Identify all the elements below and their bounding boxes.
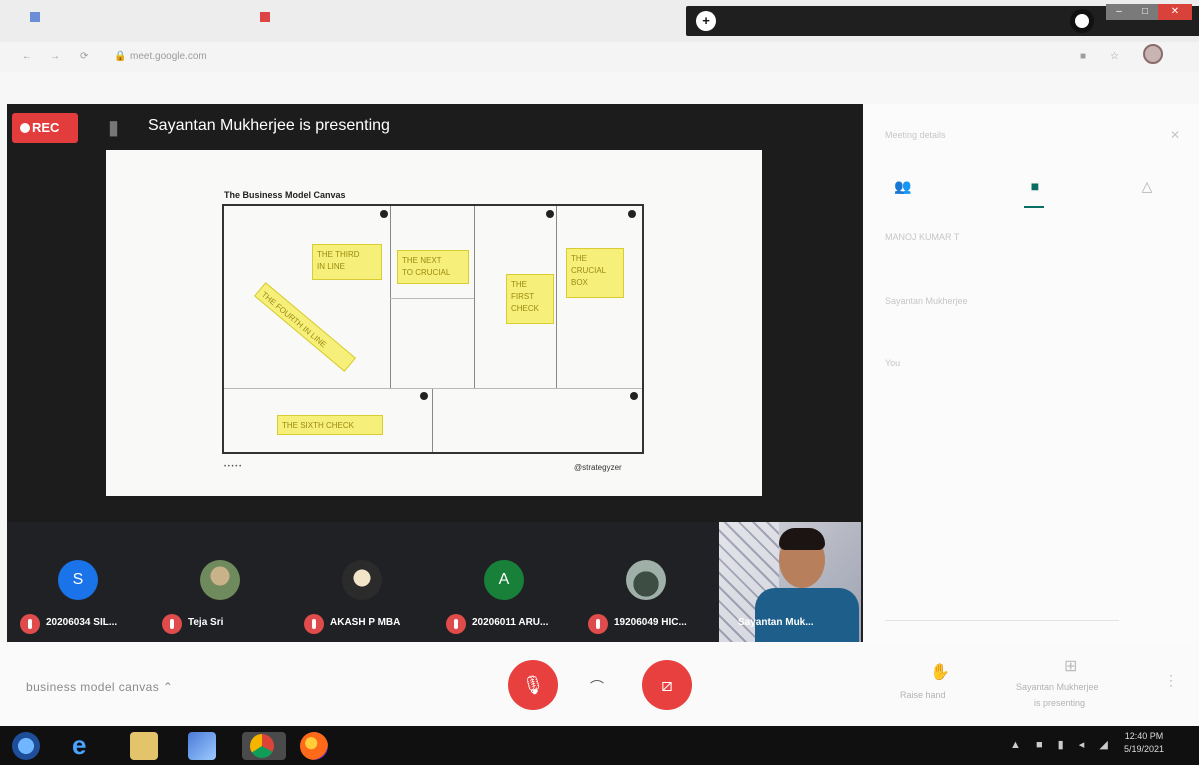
chrome-profile-icon[interactable]	[1070, 9, 1094, 33]
mic-off-icon	[446, 614, 466, 634]
chrome-taskbar-button[interactable]	[242, 732, 286, 760]
clock-time: 12:40 PM	[1124, 731, 1164, 741]
sticky-note: THE FIRST CHECK	[506, 274, 554, 324]
mic-off-icon	[588, 614, 608, 634]
firefox-icon[interactable]	[300, 732, 328, 760]
avatar: A	[484, 560, 524, 600]
canvas-icon	[546, 210, 554, 218]
activities-icon[interactable]: △	[1136, 178, 1158, 198]
present-label: Sayantan Mukherjee	[1016, 682, 1099, 692]
person-body	[755, 588, 859, 642]
grid-line	[556, 206, 557, 388]
recording-badge: REC	[12, 113, 78, 143]
sticky-note: THE THIRD IN LINE	[312, 244, 382, 280]
maximize-button[interactable]: □	[1132, 4, 1158, 20]
avatar	[342, 560, 382, 600]
chat-icon[interactable]: ■	[1024, 178, 1046, 198]
side-panel-header: Meeting details	[885, 130, 946, 140]
participant-name: 20206034 SIL...	[46, 617, 118, 628]
presenting-label: Sayantan Mukherjee is presenting	[148, 117, 390, 134]
raise-hand-label: Raise hand	[900, 690, 946, 700]
mic-off-icon: 🎙	[521, 675, 545, 695]
youtube-icon	[260, 12, 270, 23]
lock-icon: 🔒	[114, 51, 127, 62]
minimize-button[interactable]: –	[1106, 4, 1132, 20]
screen: + – □ ✕ ← → ⟳ 🔒 meet.google.com ■ ☆ Meet…	[0, 0, 1199, 765]
mic-toggle-button[interactable]: 🎙	[508, 660, 558, 710]
file-explorer-icon[interactable]	[130, 732, 158, 760]
participant-tile[interactable]: AKASH P MBA	[298, 560, 428, 640]
mic-off-icon	[162, 614, 182, 634]
reload-icon[interactable]: ⟳	[80, 51, 88, 62]
canvas-icon	[380, 210, 388, 218]
taskbar-clock[interactable]: 12:40 PM 5/19/2021	[1124, 730, 1164, 756]
sticky-note: THE SIXTH CHECK	[277, 415, 383, 435]
raise-hand-icon[interactable]: ✋	[930, 662, 950, 682]
chat-sender: You	[885, 358, 901, 368]
media-player-icon[interactable]	[188, 732, 216, 760]
side-panel-close-icon[interactable]: ✕	[1170, 128, 1180, 142]
hang-up-icon[interactable]: ⌒	[590, 677, 604, 697]
close-window-button[interactable]: ✕	[1158, 4, 1192, 20]
avatar	[200, 560, 240, 600]
browser-tab-strip: + – □ ✕	[0, 0, 1199, 42]
self-view-name: Sayantan Muk...	[738, 617, 814, 628]
url-field[interactable]: meet.google.com	[130, 51, 207, 62]
participant-tile[interactable]: S 20206034 SIL...	[14, 560, 144, 640]
chrome-icon	[250, 734, 274, 758]
sticky-note: THE NEXT TO CRUCIAL	[397, 250, 469, 284]
participant-tile[interactable]: A 20206011 ARU...	[440, 560, 570, 640]
participant-tile[interactable]: 19206049 HIC...	[582, 560, 712, 640]
mic-off-icon	[20, 614, 40, 634]
participant-name: 20206011 ARU...	[472, 617, 549, 628]
canvas-icon	[630, 392, 638, 400]
account-avatar[interactable]	[1143, 44, 1163, 64]
avatar: S	[58, 560, 98, 600]
chat-sender: Sayantan Mukherjee	[885, 296, 968, 306]
active-tab-indicator	[1024, 206, 1044, 208]
forward-icon[interactable]: →	[50, 51, 60, 62]
back-icon[interactable]: ←	[22, 51, 32, 62]
chat-sender: MANOJ KUMAR T	[885, 232, 960, 242]
slide-credit: @strategyzer	[574, 463, 622, 472]
mic-off-icon	[304, 614, 324, 634]
participant-name: Teja Sri	[188, 617, 224, 628]
person-hair	[779, 528, 825, 550]
participant-name: AKASH P MBA	[330, 617, 401, 628]
presenter-icon: ▮	[108, 117, 120, 139]
participant-name: 19206049 HIC...	[614, 617, 687, 628]
grid-line	[432, 388, 433, 452]
camera-icon[interactable]: ■	[1080, 51, 1086, 62]
more-options-icon[interactable]: ⋮	[1164, 672, 1178, 689]
participant-tile[interactable]: Teja Sri	[156, 560, 286, 640]
camera-off-icon: ⧄	[661, 675, 673, 695]
canvas-icon	[628, 210, 636, 218]
grid-line	[390, 298, 474, 299]
grid-line	[390, 206, 391, 388]
grid-line	[474, 206, 475, 388]
grid-line	[224, 388, 642, 389]
slide-footer-marks: • • • • •	[224, 464, 242, 470]
meet-icon	[30, 12, 40, 23]
present-now-icon[interactable]: ⊞	[1064, 656, 1077, 676]
new-tab-button[interactable]: +	[696, 11, 716, 31]
address-bar: ← → ⟳ 🔒 meet.google.com ■ ☆	[0, 42, 1199, 72]
canvas-icon	[420, 392, 428, 400]
side-panel-divider	[885, 620, 1119, 621]
star-icon[interactable]: ☆	[1110, 51, 1119, 62]
avatar	[626, 560, 666, 600]
people-icon[interactable]: 👥	[892, 178, 914, 198]
system-tray-icons[interactable]: ▲ ■ ▮ ◂ ◢	[1010, 738, 1114, 751]
present-sub-label: is presenting	[1034, 698, 1086, 708]
browser-tab[interactable]	[260, 12, 276, 32]
browser-tab[interactable]	[30, 12, 46, 32]
sticky-note: THE CRUCIAL BOX	[566, 248, 624, 298]
camera-toggle-button[interactable]: ⧄	[642, 660, 692, 710]
meeting-title[interactable]: business model canvas ⌃	[26, 680, 173, 694]
clock-date: 5/19/2021	[1124, 744, 1165, 754]
slide-title: The Business Model Canvas	[224, 190, 346, 200]
start-icon[interactable]	[12, 732, 40, 760]
internet-explorer-icon[interactable]: e	[72, 732, 100, 760]
